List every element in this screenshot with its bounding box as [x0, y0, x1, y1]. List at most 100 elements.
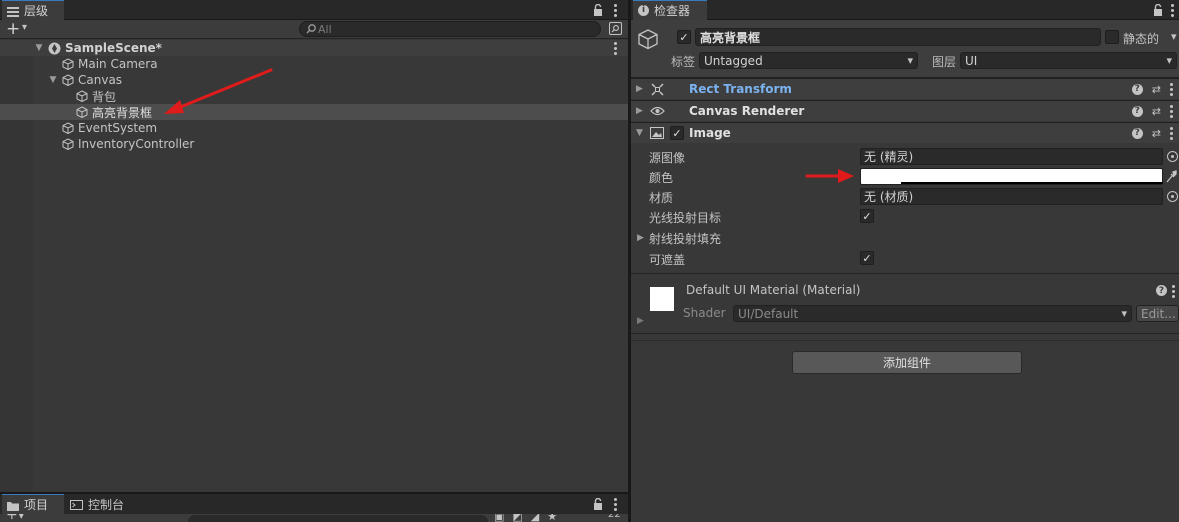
layer-label: 图层 [932, 55, 957, 69]
layer-dropdown[interactable]: UI [960, 52, 1177, 69]
annotation-arrow-icon [164, 68, 273, 114]
expand-arrow[interactable]: ▼ [33, 43, 45, 53]
preset-icon[interactable]: ⇄ [1152, 105, 1161, 118]
raycast-padding-foldout-arrow[interactable]: ▶ [637, 233, 644, 243]
eye-icon [650, 105, 665, 120]
kebab-menu-icon[interactable] [1172, 285, 1175, 298]
gameobject-cube-icon [62, 138, 74, 151]
component-rect-transform[interactable]: ▶ Rect Transform ? ⇄ [631, 78, 1179, 99]
static-dropdown-arrow[interactable]: ▾ [1171, 30, 1177, 43]
lock-icon[interactable] [592, 497, 604, 511]
expand-arrow[interactable]: ▼ [636, 128, 643, 138]
hamburger-icon [7, 6, 19, 17]
add-button[interactable]: + [6, 19, 20, 39]
source-image-label: 源图像 [649, 151, 686, 165]
color-label: 颜色 [649, 171, 674, 185]
material-preview [650, 287, 674, 311]
bottom-panel: 项目 控制台 +▾ ▣◩◢★ 22 [0, 494, 628, 522]
layer-value: UI [965, 53, 978, 68]
help-icon[interactable]: ? [1131, 127, 1143, 139]
material-foldout-arrow[interactable]: ▶ [637, 316, 644, 326]
hierarchy-item[interactable]: EventSystem [0, 120, 628, 136]
kebab-menu-icon[interactable] [1171, 4, 1174, 17]
object-picker-icon[interactable] [1167, 191, 1178, 202]
component-image[interactable]: ▼ ✓ Image ? ⇄ [631, 122, 1179, 143]
add-component-button[interactable]: 添加组件 [792, 351, 1022, 374]
preset-icon[interactable]: ⇄ [1152, 127, 1161, 140]
shader-dropdown[interactable]: UI/Default [733, 305, 1132, 322]
help-icon[interactable]: ? [1156, 285, 1167, 296]
hierarchy-item-selected[interactable]: 高亮背景框 [0, 104, 628, 120]
active-checkbox[interactable]: ✓ [677, 30, 691, 44]
scene-search-icon[interactable] [609, 22, 622, 35]
kebab-menu-icon[interactable] [1170, 126, 1173, 140]
project-add-button[interactable]: +▾ [6, 514, 25, 522]
alpha-bar [901, 182, 1163, 184]
gameobject-cube-icon [62, 58, 74, 71]
static-checkbox[interactable] [1105, 30, 1119, 44]
maskable-label: 可遮盖 [649, 253, 686, 267]
hierarchy-item[interactable]: Main Camera [0, 56, 628, 72]
preset-icon[interactable]: ⇄ [1152, 83, 1161, 96]
project-search-input[interactable] [188, 515, 488, 522]
search-icon [306, 23, 317, 37]
lock-icon[interactable] [1152, 3, 1164, 17]
inspector-tabbar: i 检查器 [631, 0, 1179, 20]
static-label: 静态的 [1123, 32, 1160, 46]
search-input[interactable]: All [299, 21, 601, 37]
collapse-arrow[interactable]: ▶ [636, 106, 643, 116]
tab-hierarchy[interactable]: 层级 [2, 0, 64, 20]
hierarchy-panel: 层级 + ▾ All ▼ SampleScene* Main Camera ▼ … [0, 0, 628, 492]
hierarchy-item[interactable]: ▼ Canvas [0, 72, 628, 88]
tag-label: 标签 [671, 55, 696, 69]
rect-transform-icon [651, 83, 664, 99]
component-actions: ? ⇄ [1131, 82, 1173, 96]
object-picker-icon[interactable] [1167, 151, 1178, 162]
scene-icon [48, 42, 61, 55]
console-icon [70, 499, 83, 510]
object-header: ✓ 高亮背景框 静态的 ▾ 标签 Untagged 图层 UI [631, 20, 1179, 78]
material-field[interactable]: 无 (材质) [860, 188, 1178, 205]
component-enabled-checkbox[interactable]: ✓ [670, 126, 684, 140]
scene-kebab-icon[interactable] [614, 42, 617, 55]
add-dropdown-arrow[interactable]: ▾ [22, 22, 27, 33]
gameobject-cube-icon [76, 90, 88, 103]
kebab-menu-icon[interactable] [1170, 104, 1173, 118]
collapse-arrow[interactable]: ▶ [636, 84, 643, 94]
component-canvas-renderer[interactable]: ▶ Canvas Renderer ? ⇄ [631, 100, 1179, 121]
hierarchy-item[interactable]: 背包 [0, 88, 628, 104]
help-icon[interactable]: ? [1131, 105, 1143, 117]
component-actions: ? ⇄ [1131, 126, 1173, 140]
item-label: EventSystem [78, 121, 158, 135]
tab-inspector[interactable]: i 检查器 [633, 0, 707, 20]
tag-value: Untagged [704, 53, 763, 68]
shader-edit-button[interactable]: Edit... [1136, 305, 1179, 322]
hierarchy-tabbar: 层级 [0, 0, 628, 20]
expand-arrow[interactable]: ▼ [47, 75, 59, 85]
hierarchy-tree: ▼ SampleScene* Main Camera ▼ Canvas 背包 高… [0, 40, 628, 492]
raycast-padding-label[interactable]: 射线投射填充 [649, 230, 721, 247]
eyedropper-icon[interactable] [1166, 170, 1177, 186]
tab-console[interactable]: 控制台 [70, 494, 124, 514]
tab-project[interactable]: 项目 [2, 494, 64, 514]
lock-icon[interactable] [592, 3, 604, 17]
material-divider [631, 273, 1179, 274]
help-icon[interactable]: ? [1131, 83, 1143, 95]
filter-icons[interactable]: ▣◩◢★ [494, 514, 565, 522]
kebab-menu-icon[interactable] [1170, 82, 1173, 96]
raycast-target-checkbox[interactable]: ✓ [860, 209, 874, 223]
component-title: Canvas Renderer [689, 104, 805, 118]
tag-dropdown[interactable]: Untagged [699, 52, 918, 69]
scene-row[interactable]: ▼ SampleScene* [0, 40, 628, 56]
gameobject-cube-icon [62, 74, 74, 87]
color-field[interactable] [860, 168, 1163, 185]
kebab-menu-icon[interactable] [614, 498, 617, 511]
material-value: 无 (材质) [864, 190, 914, 204]
hierarchy-item[interactable]: InventoryController [0, 136, 628, 152]
item-label: InventoryController [78, 137, 195, 151]
kebab-menu-icon[interactable] [614, 4, 617, 17]
maskable-checkbox[interactable]: ✓ [860, 251, 874, 265]
object-name-field[interactable]: 高亮背景框 [695, 28, 1101, 46]
search-placeholder: All [318, 23, 332, 36]
source-image-field[interactable]: 无 (精灵) [860, 148, 1178, 165]
